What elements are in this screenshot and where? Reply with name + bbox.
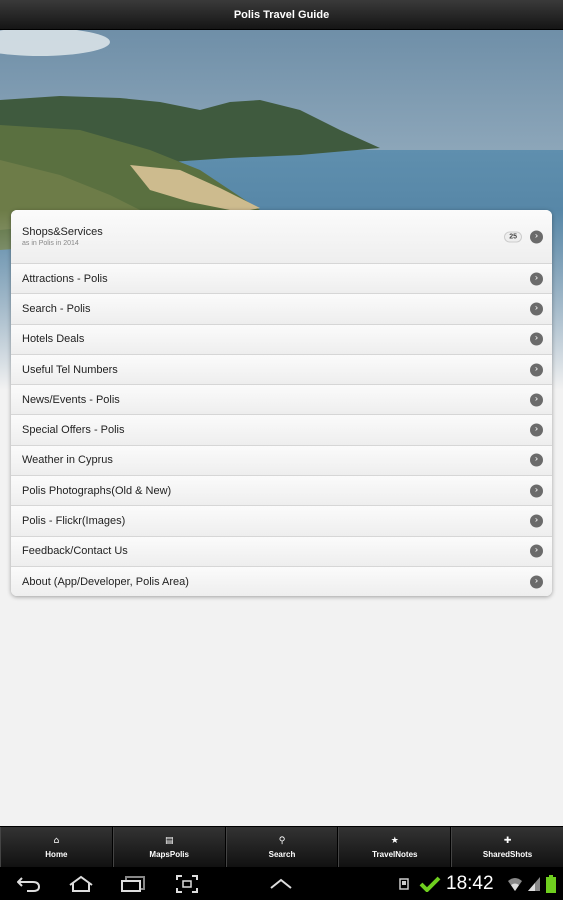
tab-label: SharedShots — [482, 849, 533, 859]
tab-travel-notes[interactable]: ★ TravelNotes — [338, 827, 452, 867]
back-button[interactable] — [14, 867, 44, 900]
chevron-up-icon[interactable] — [266, 867, 296, 900]
menu-item-news-events[interactable]: News/Events - Polis › — [11, 384, 552, 415]
recent-apps-button[interactable] — [118, 867, 148, 900]
menu-item-label: Useful Tel Numbers — [22, 363, 118, 376]
bottom-tab-bar: ⌂ Home ▤ MapsPolis ⚲ Search ★ TravelNote… — [0, 826, 563, 867]
checkmark-icon — [418, 867, 442, 900]
battery-icon — [544, 867, 558, 900]
chevron-right-icon: › — [530, 393, 543, 407]
menu-item-attractions[interactable]: Attractions - Polis › — [11, 263, 552, 294]
notification-icon — [396, 867, 412, 900]
chevron-right-icon: › — [530, 544, 543, 558]
chevron-right-icon: › — [530, 302, 543, 316]
home-icon: ⌂ — [53, 835, 60, 846]
chevron-right-icon: › — [530, 514, 543, 528]
chevron-right-icon: › — [530, 332, 543, 346]
star-icon: ★ — [390, 835, 399, 846]
menu-item-label: Search - Polis — [22, 302, 91, 315]
map-icon: ▤ — [164, 835, 174, 846]
wifi-icon — [506, 867, 524, 900]
clock: 18:42 — [446, 872, 494, 894]
tab-search[interactable]: ⚲ Search — [225, 827, 339, 867]
menu-item-label: Attractions - Polis — [22, 272, 108, 285]
menu-item-label: Feedback/Contact Us — [22, 545, 128, 558]
tab-label: MapsPolis — [149, 849, 189, 859]
tab-maps-polis[interactable]: ▤ MapsPolis — [112, 827, 226, 867]
screenshot-icon[interactable] — [172, 867, 202, 900]
menu-item-useful-tel-numbers[interactable]: Useful Tel Numbers › — [11, 353, 552, 385]
menu-item-label: Weather in Cyprus — [22, 454, 113, 467]
menu-item-label: About (App/Developer, Polis Area) — [22, 575, 189, 588]
menu-item-flickr[interactable]: Polis - Flickr(Images) › — [11, 505, 552, 536]
count-badge: 25 — [504, 231, 522, 242]
menu-item-label: Polis Photographs(Old & New) — [22, 484, 172, 497]
home-nav-button[interactable] — [66, 867, 96, 900]
menu-item-photographs[interactable]: Polis Photographs(Old & New) › — [11, 475, 552, 506]
chevron-right-icon: › — [530, 363, 543, 377]
menu-item-label: Special Offers - Polis — [22, 424, 125, 437]
menu-item-hotels-deals[interactable]: Hotels Deals › — [11, 323, 552, 354]
plus-icon: ✚ — [503, 835, 512, 846]
tab-shared-shots[interactable]: ✚ SharedShots — [451, 827, 563, 867]
menu-item-about[interactable]: About (App/Developer, Polis Area) › — [11, 565, 552, 597]
tab-home[interactable]: ⌂ Home — [0, 827, 113, 867]
tab-label: Home — [45, 849, 68, 859]
menu-item-weather[interactable]: Weather in Cyprus › — [11, 444, 552, 476]
chevron-right-icon: › — [530, 272, 543, 286]
menu-item-feedback[interactable]: Feedback/Contact Us › — [11, 535, 552, 566]
menu-item-special-offers[interactable]: Special Offers - Polis › — [11, 414, 552, 445]
menu-item-shops-services[interactable]: Shops&Services as in Polis in 2014 25 › — [11, 210, 552, 263]
menu-item-subtitle: as in Polis in 2014 — [22, 240, 79, 247]
menu-item-search[interactable]: Search - Polis › — [11, 293, 552, 324]
menu-item-label: News/Events - Polis — [22, 393, 120, 406]
signal-icon — [526, 867, 542, 900]
search-icon: ⚲ — [278, 835, 286, 846]
app-title: Polis Travel Guide — [233, 8, 330, 21]
chevron-right-icon: › — [530, 230, 543, 243]
chevron-right-icon: › — [530, 453, 543, 467]
system-navigation-bar: 18:42 — [0, 867, 563, 900]
tab-label: TravelNotes — [372, 849, 418, 859]
menu-item-label: Hotels Deals — [22, 333, 85, 346]
main-menu-list: Shops&Services as in Polis in 2014 25 › … — [11, 210, 552, 597]
chevron-right-icon: › — [530, 423, 543, 437]
chevron-right-icon: › — [530, 575, 543, 589]
tab-label: Search — [268, 849, 296, 859]
app-title-bar: Polis Travel Guide — [0, 0, 563, 30]
chevron-right-icon: › — [530, 484, 543, 498]
menu-item-label: Shops&Services — [22, 226, 103, 238]
menu-item-label: Polis - Flickr(Images) — [22, 515, 126, 528]
